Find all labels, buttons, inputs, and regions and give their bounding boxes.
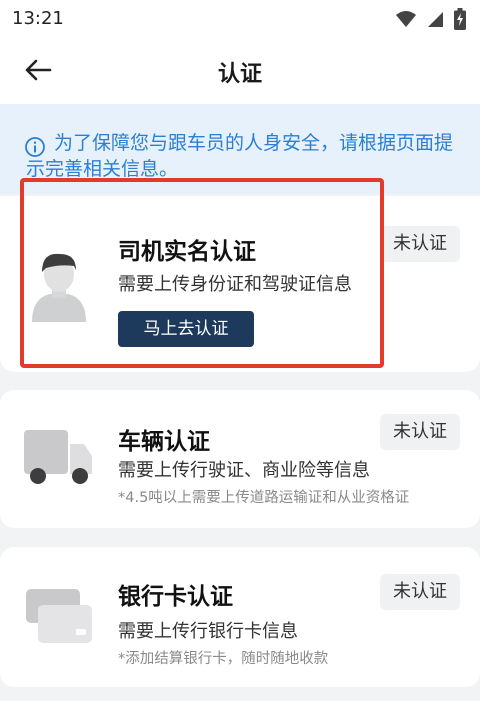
- vehicle-verification-card[interactable]: 车辆认证 需要上传行驶证、商业险等信息 *4.5吨以上需要上传道路运输证和从业资…: [0, 390, 480, 528]
- status-icons: [396, 8, 466, 30]
- status-time: 13:21: [12, 8, 64, 29]
- bank-card-verification-card[interactable]: 银行卡认证 需要上传行银行卡信息 *添加结算银行卡，随时随地收款 未认证: [0, 547, 480, 687]
- app-bar: 认证: [0, 38, 480, 104]
- vehicle-status-badge: 未认证: [380, 414, 460, 450]
- wifi-icon: [396, 11, 416, 27]
- signal-icon: [428, 12, 443, 27]
- truck-icon: [24, 430, 92, 484]
- bank-card-description: 需要上传行银行卡信息: [118, 621, 298, 642]
- notice-text: 为了保障您与跟车员的人身安全，请根据页面提 示完善相关信息。: [26, 130, 462, 182]
- bank-card-title: 银行卡认证: [118, 584, 233, 610]
- vehicle-card-title: 车辆认证: [118, 429, 210, 455]
- vehicle-card-note: *4.5吨以上需要上传道路运输证和从业资格证: [118, 490, 410, 506]
- notice-text-line1: 为了保障您与跟车员的人身安全，请根据页面提: [54, 132, 454, 154]
- info-icon: [25, 137, 45, 157]
- driver-status-badge: 未认证: [380, 226, 460, 262]
- highlight-frame: [20, 178, 384, 368]
- bank-card-note: *添加结算银行卡，随时随地收款: [118, 651, 329, 667]
- vehicle-card-description: 需要上传行驶证、商业险等信息: [118, 460, 370, 481]
- bank-card-icon: [26, 589, 92, 643]
- battery-charging-icon: [454, 8, 466, 30]
- status-bar: 13:21: [0, 0, 480, 38]
- page-title: 认证: [217, 62, 262, 87]
- bank-status-badge: 未认证: [380, 574, 460, 610]
